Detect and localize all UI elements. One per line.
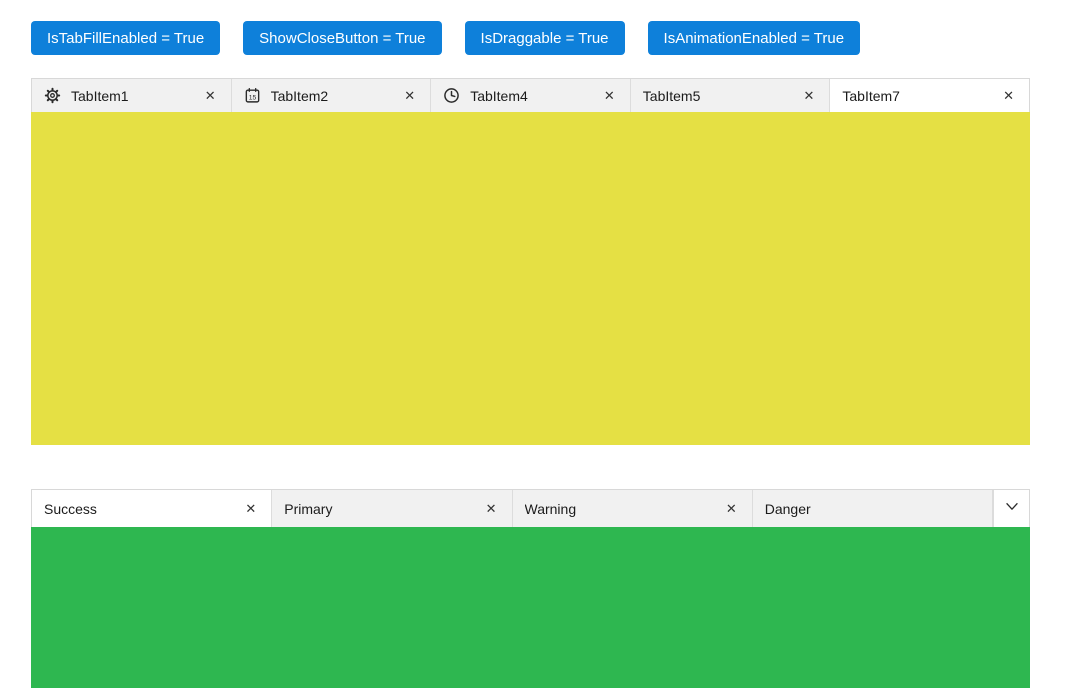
gear-icon (44, 87, 61, 104)
tabview-top-strip: TabItem1 ✕ 15 TabItem2 ✕ TabItem4 ✕ TabI… (31, 78, 1030, 112)
tab-success[interactable]: Success ✕ (32, 490, 273, 527)
tabview-top: TabItem1 ✕ 15 TabItem2 ✕ TabItem4 ✕ TabI… (31, 78, 1030, 445)
tab-label: Warning (524, 500, 577, 517)
close-icon[interactable]: ✕ (601, 87, 618, 104)
istabfillenabled-button[interactable]: IsTabFillEnabled = True (31, 21, 221, 55)
close-icon[interactable]: ✕ (1000, 87, 1017, 104)
tab-danger[interactable]: Danger (752, 490, 993, 527)
calendar-day-text: 15 (248, 94, 256, 101)
calendar-icon: 15 (244, 87, 261, 104)
isanimationenabled-button[interactable]: IsAnimationEnabled = True (647, 21, 861, 55)
close-icon[interactable]: ✕ (483, 500, 500, 517)
tabview-bottom-content (31, 527, 1030, 688)
close-icon[interactable]: ✕ (401, 87, 418, 104)
close-icon[interactable]: ✕ (202, 87, 219, 104)
tab-label: Danger (764, 500, 811, 517)
isdraggable-button[interactable]: IsDraggable = True (464, 21, 625, 55)
tab-tabitem4[interactable]: TabItem4 ✕ (431, 79, 631, 112)
tab-primary[interactable]: Primary ✕ (272, 490, 513, 527)
tab-label: Primary (284, 500, 333, 517)
tabview-bottom-strip: Success ✕ Primary ✕ Warning ✕ Danger (31, 489, 1030, 527)
tab-list-dropdown-button[interactable] (993, 490, 1029, 527)
tab-label: TabItem7 (842, 87, 900, 104)
tabview-bottom: Success ✕ Primary ✕ Warning ✕ Danger (31, 489, 1030, 688)
chevron-down-icon (1003, 497, 1021, 520)
tab-label: TabItem4 (470, 87, 528, 104)
close-icon[interactable]: ✕ (242, 500, 259, 517)
tab-warning[interactable]: Warning ✕ (512, 490, 753, 527)
close-icon[interactable]: ✕ (800, 87, 817, 104)
tab-tabitem5[interactable]: TabItem5 ✕ (630, 79, 831, 112)
tab-label: TabItem2 (270, 87, 329, 104)
tab-tabitem2[interactable]: 15 TabItem2 ✕ (231, 79, 432, 112)
tab-label: TabItem5 (642, 87, 701, 104)
clock-icon (443, 87, 460, 104)
close-icon[interactable]: ✕ (723, 500, 740, 517)
tabview-top-content (31, 112, 1030, 445)
controls-row: IsTabFillEnabled = True ShowCloseButton … (31, 21, 861, 55)
tab-tabitem7[interactable]: TabItem7 ✕ (830, 79, 1029, 112)
tab-tabitem1[interactable]: TabItem1 ✕ (32, 79, 232, 112)
tab-label: Success (44, 500, 97, 517)
tab-label: TabItem1 (71, 87, 129, 104)
showclosebutton-button[interactable]: ShowCloseButton = True (243, 21, 442, 55)
